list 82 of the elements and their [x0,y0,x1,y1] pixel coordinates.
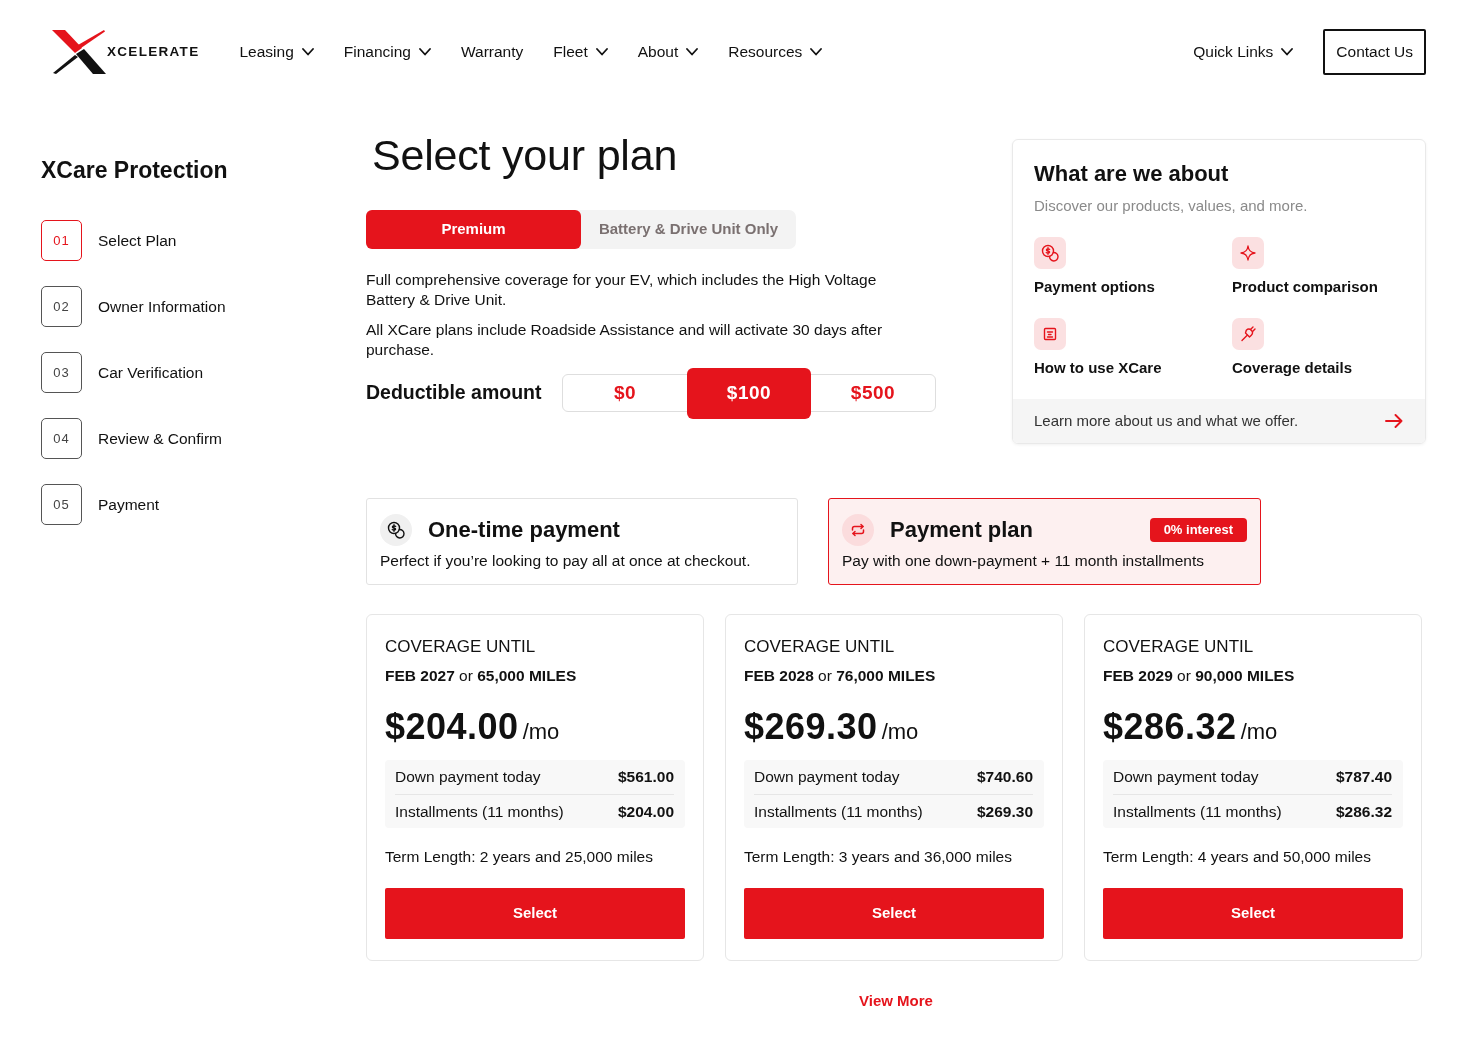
payment-option-card[interactable]: One-time payment Perfect if you’re looking to pay all at once at checkout. [366,498,798,585]
step-label: Payment [98,494,160,515]
coins-icon [380,514,412,546]
coins-icon [1034,237,1066,269]
breakdown-label: Down payment today [754,767,900,788]
nav-link[interactable]: Resources [728,40,823,64]
term-length: Term Length: 3 years and 36,000 miles [744,847,1013,867]
breakdown-value: $269.30 [976,801,1033,822]
plug-icon [1232,318,1264,350]
step-number: 05 [41,484,82,525]
nav-link[interactable]: About [637,40,699,64]
arrow-right-icon [1385,414,1403,428]
coverage-limit: FEB 2027 or 65,000 MILES [385,666,578,686]
deductible-label: Deductible amount [366,380,543,406]
term-length: Term Length: 4 years and 50,000 miles [1103,847,1372,867]
plan-tab[interactable]: Battery & Drive Unit Only [581,210,796,249]
step-label: Owner Information [98,296,226,317]
coverage-limit: FEB 2029 or 90,000 MILES [1103,666,1296,686]
page-title: Select your plan [372,130,679,180]
step-number: 04 [41,418,82,459]
breakdown-label: Down payment today [395,767,541,788]
breakdown-value: $204.00 [617,801,674,822]
sidebar-title: XCare Protection [41,156,229,184]
panel-title: What are we about [1034,160,1230,188]
plan-price: $286.32 [1103,705,1237,749]
panel-link[interactable]: Product comparison [1232,237,1378,297]
step-number: 01 [41,220,82,261]
price-unit: /mo [1240,718,1278,746]
step-number: 02 [41,286,82,327]
plan-tab[interactable]: Premium [366,210,581,249]
payment-option-description: Pay with one down-payment + 11 month installments [842,551,1205,571]
deductible-option[interactable]: $0 [563,375,687,411]
step-label: Review & Confirm [98,428,223,449]
payment-option-title: One-time payment [428,516,620,544]
breakdown-value: $561.00 [617,767,674,788]
step-number: 03 [41,352,82,393]
plan-description: Full comprehensive coverage for your EV, which includes the High Voltage Battery & Drive Unit. [366,270,878,310]
nav-link[interactable]: Warranty [461,40,524,64]
coverage-label: COVERAGE UNTIL [744,636,896,658]
breakdown-value: $787.40 [1335,767,1392,788]
plan-price: $269.30 [744,705,878,749]
breakdown-label: Installments (11 months) [1113,801,1282,822]
view-more-link[interactable]: View More [859,992,933,1009]
select-button[interactable]: Select [744,888,1044,939]
quick-links-link[interactable]: Quick Links [1193,40,1294,64]
plan-description: All XCare plans include Roadside Assistance and will activate 30 days after purchase. [366,320,884,360]
price-unit: /mo [881,718,919,746]
logo-link[interactable]: XCELERATE [52,30,200,74]
document-icon [1034,318,1066,350]
term-length: Term Length: 2 years and 25,000 miles [385,847,654,867]
repeat-icon [842,514,874,546]
breakdown-value: $286.32 [1335,801,1392,822]
breakdown-label: Installments (11 months) [395,801,564,822]
panel-link[interactable]: Payment options [1034,237,1155,297]
nav-link[interactable]: Financing [343,40,431,64]
step-label: Select Plan [98,230,177,251]
coverage-label: COVERAGE UNTIL [385,636,537,658]
nav-link[interactable]: Leasing [239,40,314,64]
interest-badge: 0% interest [1149,518,1247,542]
panel-subtitle: Discover our products, values, and more. [1034,196,1309,216]
panel-link[interactable]: How to use XCare [1034,318,1162,378]
breakdown-label: Down payment today [1113,767,1259,788]
breakdown-value: $740.60 [976,767,1033,788]
deductible-option[interactable]: $500 [811,375,935,411]
x-mark-icon [52,30,106,74]
payment-option-description: Perfect if you’re looking to pay all at once at checkout. [380,551,752,571]
deductible-option[interactable]: $100 [687,367,811,419]
learn-more-link[interactable]: Learn more about us and what we offer. [1013,399,1425,443]
panel-link[interactable]: Coverage details [1232,318,1353,378]
select-button[interactable]: Select [385,888,685,939]
coverage-label: COVERAGE UNTIL [1103,636,1255,658]
plan-price: $204.00 [385,705,519,749]
payment-option-title: Payment plan [890,516,1034,544]
nav-link[interactable]: Fleet [553,40,608,64]
price-unit: /mo [522,718,560,746]
step-label: Car Verification [98,362,204,383]
payment-option-card[interactable]: Payment plan 0% interest Pay with one down-payment + 11 month installments [828,498,1261,585]
coverage-limit: FEB 2028 or 76,000 MILES [744,666,937,686]
select-button[interactable]: Select [1103,888,1403,939]
breakdown-label: Installments (11 months) [754,801,923,822]
sparkle-icon [1232,237,1264,269]
contact-button[interactable]: Contact Us [1323,29,1426,75]
